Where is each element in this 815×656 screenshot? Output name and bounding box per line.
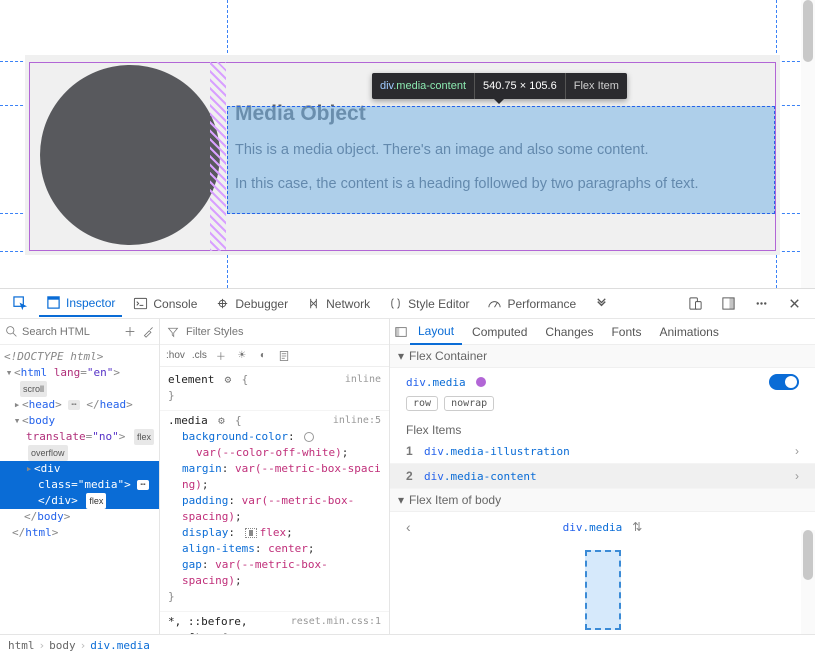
overlay-color-swatch[interactable] bbox=[476, 377, 486, 387]
sidebar-toggle-icon[interactable] bbox=[394, 325, 408, 339]
prev-item-icon[interactable]: ‹ bbox=[406, 519, 411, 535]
subtab-computed[interactable]: Computed bbox=[464, 319, 535, 345]
flex-item-of-body-header[interactable]: ▾Flex Item of body bbox=[390, 489, 815, 512]
flex-direction-chip: row bbox=[406, 396, 438, 411]
subtab-fonts[interactable]: Fonts bbox=[603, 319, 649, 345]
tab-style-editor[interactable]: Style Editor bbox=[381, 291, 476, 317]
pick-element-icon[interactable] bbox=[6, 291, 35, 317]
tooltip-dimensions: 540.75 × 105.6 bbox=[475, 73, 566, 99]
media-content: Media Object This is a media object. The… bbox=[235, 99, 765, 212]
cls-toggle[interactable]: .cls bbox=[192, 350, 207, 361]
tab-performance[interactable]: Performance bbox=[480, 291, 583, 317]
light-scheme-icon[interactable]: ☀ bbox=[235, 349, 249, 363]
subtab-animations[interactable]: Animations bbox=[651, 319, 726, 345]
layout-panel: Layout Computed Changes Fonts Animations… bbox=[390, 319, 815, 634]
flex-items-header: Flex Items bbox=[390, 417, 815, 439]
media-heading: Media Object bbox=[235, 102, 765, 126]
scroll-badge[interactable]: scroll bbox=[20, 381, 47, 397]
page-viewport: Media Object This is a media object. The… bbox=[0, 0, 815, 288]
new-rule-icon[interactable]: ＋ bbox=[214, 349, 228, 363]
tab-network[interactable]: Network bbox=[299, 291, 377, 317]
tab-inspector[interactable]: Inspector bbox=[39, 291, 122, 317]
layout-scrollbar[interactable] bbox=[801, 530, 815, 634]
flex-badge-icon[interactable]: ⚙ bbox=[214, 414, 228, 428]
kebab-menu-icon[interactable] bbox=[747, 291, 776, 317]
overflow-badge[interactable]: overflow bbox=[28, 445, 68, 461]
flex-wrap-chip: nowrap bbox=[444, 396, 494, 411]
flex-item-1[interactable]: 1div.media-illustration› bbox=[390, 439, 815, 464]
filter-icon bbox=[166, 325, 180, 339]
media-p2: In this case, the content is a heading f… bbox=[235, 174, 765, 194]
flex-badge[interactable]: flex bbox=[134, 429, 154, 445]
styles-panel: :hov .cls ＋ ☀ ◐ element ⚙ {inline } .med… bbox=[160, 319, 390, 634]
print-media-icon[interactable] bbox=[277, 349, 291, 363]
flex-item-2[interactable]: 2div.media-content› bbox=[390, 464, 815, 489]
flex-badge-icon[interactable]: ⚙ bbox=[221, 373, 235, 387]
tooltip-kind: Flex Item bbox=[566, 73, 627, 99]
hov-toggle[interactable]: :hov bbox=[166, 350, 185, 361]
media-illustration bbox=[40, 65, 220, 245]
dom-panel: ＋ <!DOCTYPE html> ▾<html lang="en"> scro… bbox=[0, 319, 160, 634]
flex-container-header[interactable]: ▾Flex Container bbox=[390, 345, 815, 368]
tab-debugger[interactable]: Debugger bbox=[208, 291, 295, 317]
viewport-scrollbar[interactable] bbox=[801, 0, 815, 288]
tab-console[interactable]: Console bbox=[126, 291, 204, 317]
dock-side-icon[interactable] bbox=[714, 291, 743, 317]
tooltip-class: .media-content bbox=[393, 80, 466, 92]
filter-styles-input[interactable] bbox=[186, 326, 383, 338]
devtools: Inspector Console Debugger Network Style… bbox=[0, 288, 815, 656]
element-info-tooltip: div.media-content 540.75 × 105.6 Flex It… bbox=[372, 73, 627, 99]
dom-tree[interactable]: <!DOCTYPE html> ▾<html lang="en"> scroll… bbox=[0, 345, 159, 634]
styles-list[interactable]: element ⚙ {inline } .media ⚙ {inline:5 b… bbox=[160, 367, 389, 634]
media-p1: This is a media object. There's an image… bbox=[235, 140, 765, 160]
close-devtools-icon[interactable] bbox=[780, 291, 809, 317]
add-node-icon[interactable]: ＋ bbox=[123, 325, 137, 339]
flex-item-diagram bbox=[585, 550, 621, 630]
overlay-toggle[interactable] bbox=[769, 374, 799, 390]
selected-dom-node[interactable]: ▸<div bbox=[0, 461, 159, 477]
dom-search-input[interactable] bbox=[22, 326, 119, 338]
dark-scheme-icon[interactable]: ◐ bbox=[256, 349, 270, 363]
devtools-toolbar: Inspector Console Debugger Network Style… bbox=[0, 289, 815, 319]
eyedropper-icon[interactable] bbox=[141, 325, 155, 339]
tabs-overflow[interactable] bbox=[587, 291, 616, 317]
tooltip-tag: div bbox=[380, 80, 393, 92]
subtab-changes[interactable]: Changes bbox=[537, 319, 601, 345]
search-icon bbox=[4, 325, 18, 339]
subtab-layout[interactable]: Layout bbox=[410, 319, 462, 345]
responsive-mode-icon[interactable] bbox=[681, 291, 710, 317]
breadcrumb[interactable]: html› body› div.media bbox=[0, 634, 815, 656]
